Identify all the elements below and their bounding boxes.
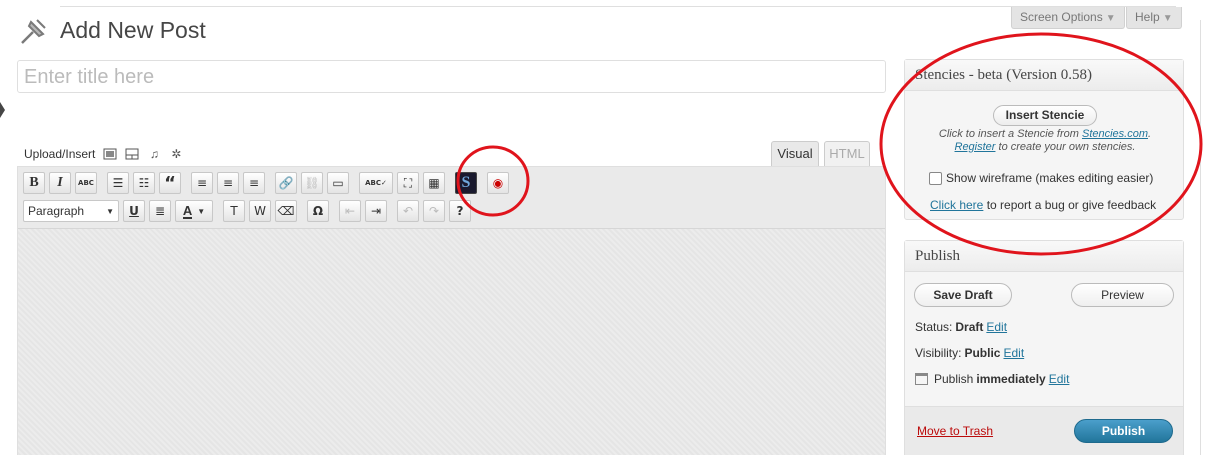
header-rule — [60, 6, 1176, 7]
collapse-arrow-icon[interactable] — [0, 102, 5, 118]
status-edit-link[interactable]: Edit — [986, 320, 1007, 334]
tab-html[interactable]: HTML — [824, 141, 870, 167]
editor-toolbar: B I ABC ☰ ☷ “ ≡ ≡ ≡ 🔗 ⛓ ▭ ABC✓ ⛶ ▦ S ◉ P… — [18, 167, 885, 229]
eraser-icon[interactable]: ⌫ — [275, 200, 297, 222]
justify-button[interactable]: ≣ — [149, 200, 171, 222]
wireframe-label: Show wireframe (makes editing easier) — [946, 171, 1154, 185]
media-icon[interactable]: ✲ — [169, 148, 183, 160]
align-left-button[interactable]: ≡ — [191, 172, 213, 194]
help-label: Help — [1135, 10, 1160, 24]
chevron-down-icon: ▼ — [106, 206, 114, 216]
unlink-button[interactable]: ⛓ — [301, 172, 323, 194]
strikethrough-button[interactable]: ABC — [75, 172, 97, 194]
visibility-label: Visibility: — [915, 346, 962, 360]
report-link[interactable]: Click here — [930, 198, 983, 212]
publish-time-row: Publish immediately Edit — [915, 372, 1069, 386]
note-dot: . — [1148, 128, 1152, 140]
chevron-down-icon: ▼ — [1162, 13, 1173, 24]
wireframe-checkbox[interactable] — [929, 171, 942, 185]
special-character-button[interactable]: Ω — [307, 200, 329, 222]
image-icon[interactable] — [103, 148, 117, 160]
spellcheck-button[interactable]: ABC✓ — [359, 172, 393, 194]
visibility-edit-link[interactable]: Edit — [1003, 346, 1024, 360]
format-select-value: Paragraph — [28, 204, 85, 218]
publish-value: immediately — [976, 372, 1046, 386]
help-button[interactable]: ? — [449, 200, 471, 222]
note-prefix: Click to insert a Stencie from — [938, 128, 1082, 140]
tab-visual[interactable]: Visual — [771, 141, 819, 167]
stencies-panel: Stencies - beta (Version 0.58) Insert St… — [904, 59, 1184, 220]
align-center-button[interactable]: ≡ — [217, 172, 239, 194]
align-right-button[interactable]: ≡ — [243, 172, 265, 194]
media-buttons: Upload/Insert ♫ ✲ — [24, 145, 183, 163]
move-to-trash-link[interactable]: Move to Trash — [917, 424, 993, 438]
more-tag-button[interactable]: ▭ — [327, 172, 349, 194]
page-title: Add New Post — [60, 17, 206, 43]
publish-panel-title: Publish — [905, 241, 1183, 272]
toolbar-row-1: B I ABC ☰ ☷ “ ≡ ≡ ≡ 🔗 ⛓ ▭ ABC✓ ⛶ ▦ S ◉ — [23, 172, 513, 194]
underline-button[interactable]: U — [123, 200, 145, 222]
page-edge — [1200, 20, 1201, 455]
format-select[interactable]: Paragraph ▼ — [23, 200, 119, 222]
text-color-icon: A — [182, 202, 193, 219]
help-button[interactable]: Help ▼ — [1126, 7, 1182, 29]
report-row: Click here to report a bug or give feedb… — [930, 198, 1156, 212]
editor-content-area[interactable] — [18, 229, 885, 455]
undo-button[interactable]: ↶ — [397, 200, 419, 222]
fullscreen-button[interactable]: ⛶ — [397, 172, 419, 194]
insert-stencie-button[interactable]: Insert Stencie — [993, 105, 1097, 126]
bullet-list-button[interactable]: ☰ — [107, 172, 129, 194]
chevron-down-icon: ▼ — [197, 206, 206, 216]
stencies-link[interactable]: Stencies.com — [1082, 128, 1148, 140]
save-draft-button[interactable]: Save Draft — [914, 283, 1012, 307]
stencie-note: Click to insert a Stencie from Stencies.… — [915, 128, 1175, 154]
publish-actions: Move to Trash Publish — [905, 406, 1183, 455]
upload-insert-label: Upload/Insert — [24, 147, 96, 161]
stencies-panel-title: Stencies - beta (Version 0.58) — [905, 60, 1183, 91]
stencie-button[interactable]: S — [455, 172, 477, 194]
calendar-icon — [915, 373, 928, 385]
publish-time-edit-link[interactable]: Edit — [1049, 372, 1070, 386]
status-row: Status: Draft Edit — [915, 320, 1007, 334]
post-title-input[interactable]: Enter title here — [17, 60, 886, 93]
screen-options-button[interactable]: Screen Options ▼ — [1011, 7, 1125, 29]
insert-link-button[interactable]: 🔗 — [275, 172, 297, 194]
preview-button[interactable]: Preview — [1071, 283, 1174, 307]
publish-label: Publish — [934, 372, 974, 386]
kitchen-sink-button[interactable]: ▦ — [423, 172, 445, 194]
wireframe-option[interactable]: Show wireframe (makes editing easier) — [929, 171, 1153, 185]
publish-button[interactable]: Publish — [1074, 419, 1173, 443]
visibility-value: Public — [964, 346, 1001, 360]
bold-button[interactable]: B — [23, 172, 45, 194]
status-value: Draft — [955, 320, 984, 334]
publish-panel: Publish Save Draft Preview Status: Draft… — [904, 240, 1184, 455]
video-icon[interactable] — [125, 148, 139, 160]
outdent-button[interactable]: ⇤ — [339, 200, 361, 222]
text-color-button[interactable]: A ▼ — [175, 200, 213, 222]
note-suffix: to create your own stencies. — [995, 141, 1136, 153]
italic-button[interactable]: I — [49, 172, 71, 194]
audio-icon[interactable]: ♫ — [147, 148, 161, 160]
post-editor: B I ABC ☰ ☷ “ ≡ ≡ ≡ 🔗 ⛓ ▭ ABC✓ ⛶ ▦ S ◉ P… — [17, 166, 886, 455]
status-label: Status: — [915, 320, 953, 334]
visibility-row: Visibility: Public Edit — [915, 346, 1024, 360]
redo-button[interactable]: ↷ — [423, 200, 445, 222]
pushpin-icon — [21, 19, 46, 44]
wireframe-button[interactable]: ◉ — [487, 172, 509, 194]
chevron-down-icon: ▼ — [1105, 13, 1116, 24]
screen-options-label: Screen Options — [1020, 10, 1103, 24]
toolbar-row-2: Paragraph ▼ U ≣ A ▼ T W ⌫ Ω ⇤ ⇥ ↶ ↷ ? — [23, 200, 475, 222]
blockquote-button[interactable]: “ — [159, 172, 181, 194]
paste-word-button[interactable]: W — [249, 200, 271, 222]
report-suffix: to report a bug or give feedback — [983, 198, 1157, 212]
register-link[interactable]: Register — [955, 141, 996, 153]
paste-text-button[interactable]: T — [223, 200, 245, 222]
indent-button[interactable]: ⇥ — [365, 200, 387, 222]
numbered-list-button[interactable]: ☷ — [133, 172, 155, 194]
